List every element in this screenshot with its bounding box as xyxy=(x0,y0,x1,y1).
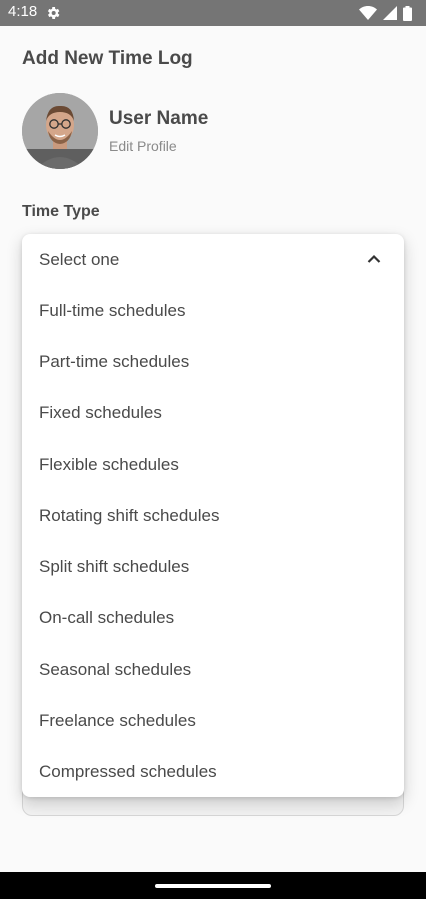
option-label: Freelance schedules xyxy=(39,711,196,730)
option-label: On-call schedules xyxy=(39,608,175,627)
option-label: Split shift schedules xyxy=(39,557,190,576)
option-label: Full-time schedules xyxy=(39,301,186,320)
page-title: Add New Time Log xyxy=(22,48,193,69)
dropdown-option-fixed[interactable]: Fixed schedules xyxy=(22,387,404,438)
wifi-icon xyxy=(359,6,377,20)
settings-icon xyxy=(47,7,60,19)
dropdown-option-flexible[interactable]: Flexible schedules xyxy=(22,439,404,490)
time-type-label: Time Type xyxy=(22,203,100,220)
time-type-dropdown-menu[interactable]: Select one Full-time schedules Part-time… xyxy=(22,234,404,797)
status-time: 4:18 xyxy=(8,3,38,20)
status-icons xyxy=(359,5,412,21)
profile-photo xyxy=(22,93,98,169)
status-bar: 4:18 xyxy=(0,0,426,26)
battery-icon xyxy=(403,5,412,21)
dropdown-option-on-call[interactable]: On-call schedules xyxy=(22,592,404,643)
time-type-select[interactable]: Select one xyxy=(22,234,404,285)
dropdown-option-part-time[interactable]: Part-time schedules xyxy=(22,336,404,387)
dropdown-option-full-time[interactable]: Full-time schedules xyxy=(22,285,404,336)
option-label: Part-time schedules xyxy=(39,352,190,371)
signal-icon xyxy=(383,6,397,20)
home-indicator[interactable] xyxy=(155,884,271,888)
dropdown-option-rotating-shift[interactable]: Rotating shift schedules xyxy=(22,490,404,541)
option-label: Flexible schedules xyxy=(39,455,179,474)
dropdown-option-split-shift[interactable]: Split shift schedules xyxy=(22,541,404,592)
option-label: Rotating shift schedules xyxy=(39,506,220,525)
dropdown-option-seasonal[interactable]: Seasonal schedules xyxy=(22,644,404,695)
dropdown-selected-value: Select one xyxy=(39,250,120,269)
navigation-bar xyxy=(0,872,426,899)
option-label: Fixed schedules xyxy=(39,403,162,422)
avatar[interactable] xyxy=(22,93,98,169)
dropdown-option-freelance[interactable]: Freelance schedules xyxy=(22,695,404,746)
edit-profile-link[interactable]: Edit Profile xyxy=(109,138,177,154)
option-label: Compressed schedules xyxy=(39,762,217,781)
dropdown-option-compressed[interactable]: Compressed schedules xyxy=(22,746,404,797)
option-label: Seasonal schedules xyxy=(39,660,192,679)
chevron-up-icon[interactable] xyxy=(366,251,382,267)
user-name: User Name xyxy=(109,108,209,129)
